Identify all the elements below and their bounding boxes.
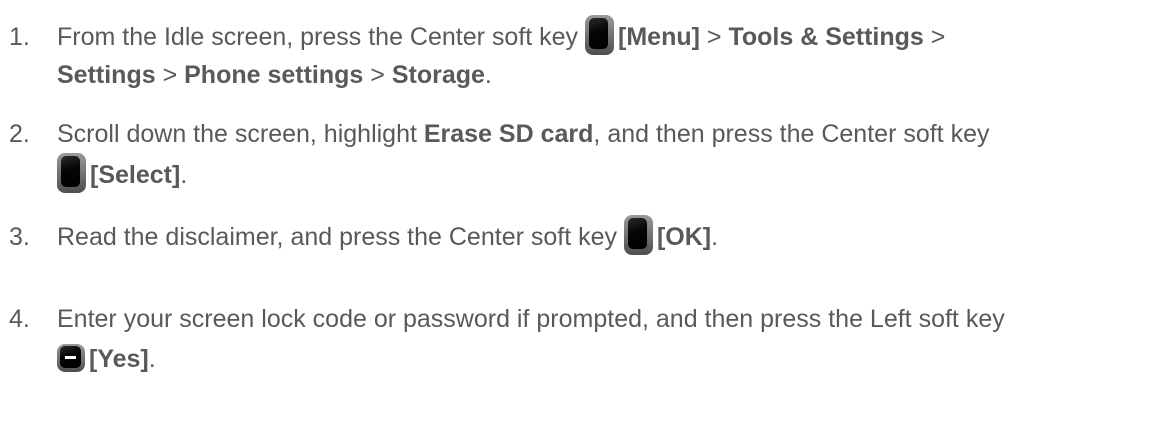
settings-label: Settings [57,61,156,89]
yes-label: [Yes] [89,345,149,373]
separator: > [699,23,729,51]
step-number: 4. [9,305,30,333]
step-text-segment: From the Idle screen, press the Center s… [57,23,586,51]
period: . [484,61,492,89]
tools-settings-label: Tools & Settings [728,23,924,51]
phone-settings-label: Phone settings [184,61,364,89]
center-soft-key-icon [623,215,653,256]
period: . [148,345,156,373]
ok-label: [OK] [656,223,712,251]
step-text: Enter your screen lock code or password … [57,300,1173,380]
separator: > [363,61,392,89]
step-text-segment: Enter your screen lock code or password … [57,305,1005,333]
select-label: [Select] [90,161,181,189]
storage-label: Storage [391,61,485,89]
step-number: 3. [9,223,30,251]
step-text: Read the disclaimer, and press the Cente… [57,215,1173,259]
step-text: From the Idle screen, press the Center s… [57,15,1173,94]
step-text: Scroll down the screen, highlight Erase … [57,115,1173,197]
center-soft-key-icon [585,15,615,56]
separator: > [923,23,946,51]
step-number: 2. [9,120,30,148]
erase-sd-card-label: Erase SD card [423,120,594,148]
left-soft-key-icon [57,344,85,373]
step-number: 1. [9,23,30,51]
menu-label: [Menu] [618,23,700,51]
period: . [180,161,188,189]
separator: > [155,61,185,89]
step-text-segment: Scroll down the screen, highlight [57,120,424,148]
step-text-segment: Read the disclaimer, and press the Cente… [57,223,624,251]
step-text-segment: , and then press the Center soft key [593,120,990,148]
center-soft-key-icon [57,153,86,194]
period: . [711,223,719,251]
